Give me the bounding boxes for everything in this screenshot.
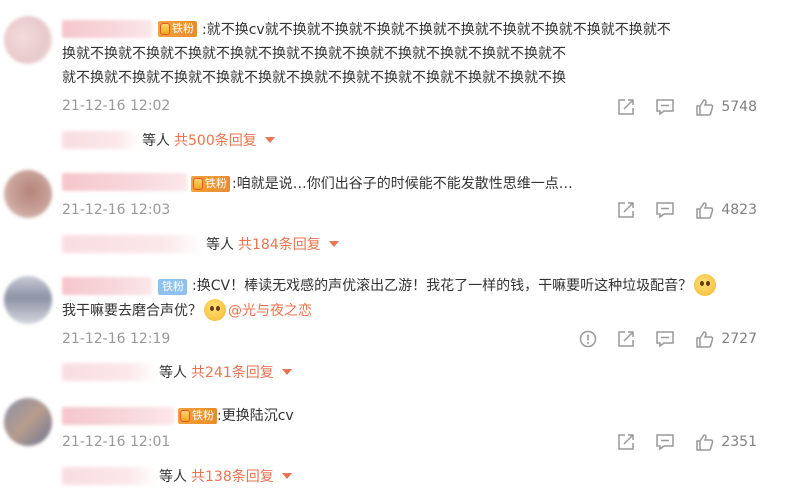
reply-count-link[interactable]: 共184条回复 <box>238 234 321 254</box>
avatar[interactable] <box>4 16 52 64</box>
username[interactable] <box>62 277 152 295</box>
comment-button[interactable] <box>655 330 675 348</box>
reply-summary[interactable]: 等人 共138条回复 <box>62 465 292 487</box>
share-icon <box>618 434 635 450</box>
like-count: 2727 <box>721 331 757 347</box>
username[interactable] <box>62 173 187 191</box>
like-button[interactable]: 5748 <box>695 98 757 116</box>
chevron-down-icon[interactable] <box>281 473 292 479</box>
like-icon <box>696 202 714 219</box>
comment-time: 21-12-16 12:01 <box>62 434 171 450</box>
share-icon <box>618 99 635 115</box>
like-count: 4823 <box>721 202 757 218</box>
reply-count-link[interactable]: 共500条回复 <box>174 130 257 150</box>
like-icon <box>696 331 714 348</box>
like-button[interactable]: 2727 <box>695 330 757 348</box>
fan-badge: 铁粉 <box>158 21 197 37</box>
like-count: 2351 <box>721 434 757 450</box>
username[interactable] <box>62 407 174 425</box>
fan-badge: 铁粉 <box>178 408 217 424</box>
medal-icon <box>193 178 203 190</box>
replier-names <box>62 235 204 253</box>
report-button[interactable] <box>579 330 597 348</box>
comment-text: 换就不换就不换就不换就不换就不换就不换就不换就不换就不换就不换就不换就不 <box>62 46 566 62</box>
share-icon <box>618 202 635 218</box>
comment-actions: 2351 <box>597 431 757 453</box>
share-icon <box>618 331 635 347</box>
avatar[interactable] <box>4 276 52 324</box>
mention-link[interactable]: @光与夜之恋 <box>228 303 312 319</box>
comment-text: 我干嘛要去磨合声优？ @光与夜之恋 <box>62 299 312 323</box>
comment-actions: 2727 <box>559 328 757 350</box>
share-button[interactable] <box>617 330 635 348</box>
username[interactable] <box>62 20 152 38</box>
comment-button[interactable] <box>655 201 675 219</box>
chevron-down-icon[interactable] <box>328 241 339 247</box>
comment-icon <box>656 99 675 116</box>
like-button[interactable]: 2351 <box>695 433 757 451</box>
share-button[interactable] <box>617 98 635 116</box>
comment-time: 21-12-16 12:03 <box>62 202 171 218</box>
reply-summary[interactable]: 等人 共500条回复 <box>62 129 275 151</box>
comment-actions: 5748 <box>597 96 757 118</box>
share-button[interactable] <box>617 201 635 219</box>
reply-summary[interactable]: 等人 共241条回复 <box>62 361 292 383</box>
comment-text: :就不换cv就不换就不换就不换就不换就不换就不换就不换就不换就不换就不 <box>202 22 671 38</box>
comment-icon <box>656 331 675 348</box>
report-icon <box>580 330 597 348</box>
reply-summary[interactable]: 等人 共184条回复 <box>62 233 339 255</box>
avatar[interactable] <box>4 170 52 218</box>
comment-time: 21-12-16 12:02 <box>62 98 171 114</box>
medal-icon <box>160 23 170 35</box>
chevron-down-icon[interactable] <box>281 369 292 375</box>
replier-names <box>62 467 157 485</box>
comment-button[interactable] <box>655 98 675 116</box>
comment-icon <box>656 202 675 219</box>
avatar[interactable] <box>4 398 52 446</box>
comment-actions: 4823 <box>597 199 757 221</box>
comment-button[interactable] <box>655 433 675 451</box>
replier-names <box>62 131 140 149</box>
comment-icon <box>656 434 675 451</box>
emoji-icon <box>204 299 226 321</box>
fan-badge: 铁粉 <box>191 176 230 192</box>
like-button[interactable]: 4823 <box>695 201 757 219</box>
comment-text: :换CV！棒读无戏感的声优滚出乙游！我花了一样的钱，干嘛要听这种垃圾配音？ <box>192 274 718 298</box>
comment-text: 就不换就不换就不换就不换就不换就不换就不换就不换就不换就不换就不换就不换 <box>62 70 566 86</box>
replier-names <box>62 363 157 381</box>
comment-time: 21-12-16 12:19 <box>62 331 171 347</box>
like-count: 5748 <box>721 99 757 115</box>
medal-icon <box>180 410 190 422</box>
like-icon <box>696 99 714 116</box>
chevron-down-icon[interactable] <box>264 137 275 143</box>
like-icon <box>696 434 714 451</box>
reply-count-link[interactable]: 共241条回复 <box>191 362 274 382</box>
share-button[interactable] <box>617 433 635 451</box>
reply-count-link[interactable]: 共138条回复 <box>191 466 274 486</box>
comment-text: :更换陆沉cv <box>217 408 294 424</box>
emoji-icon <box>694 274 717 296</box>
fan-badge: 铁粉 <box>158 279 187 295</box>
comment-text: :咱就是说…你们出谷子的时候能不能发散性思维一点… <box>232 176 573 192</box>
